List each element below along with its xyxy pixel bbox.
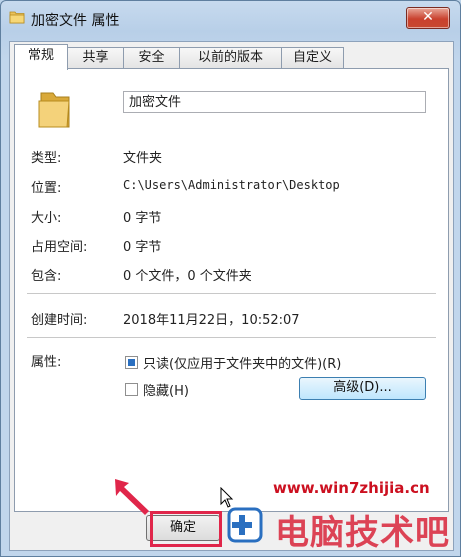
- created-value: 2018年11月22日，10:52:07: [123, 313, 300, 328]
- folder-icon: [38, 92, 70, 128]
- watermark-url: www.win7zhijia.cn: [273, 479, 430, 497]
- properties-window: 加密文件 属性 ✕ 常规 共享 安全 以前的版本 自定义 加密文件 类型: 文件…: [0, 0, 461, 557]
- tab-sharing[interactable]: 共享: [67, 47, 124, 68]
- hidden-label[interactable]: 隐藏(H): [143, 380, 189, 399]
- contains-label: 包含:: [31, 269, 62, 284]
- location-value: C:\Users\Administrator\Desktop: [123, 178, 340, 192]
- ok-button-highlight: [150, 511, 222, 547]
- folder-name-field[interactable]: 加密文件: [123, 91, 426, 113]
- dialog-client: 常规 共享 安全 以前的版本 自定义 加密文件 类型: 文件夹 位置: C:\U…: [9, 41, 454, 551]
- advanced-button[interactable]: 高级(D)...: [299, 377, 426, 400]
- windows-logo-icon: [227, 507, 263, 543]
- watermark-logo-text: 电脑技术吧: [275, 513, 450, 553]
- separator: [27, 337, 436, 338]
- readonly-checkbox[interactable]: [125, 356, 138, 369]
- general-panel: 加密文件 类型: 文件夹 位置: C:\Users\Administrator\…: [14, 68, 449, 512]
- size-on-disk-label: 占用空间:: [31, 240, 88, 255]
- separator: [27, 293, 436, 294]
- hidden-checkbox[interactable]: [125, 383, 138, 396]
- tab-general[interactable]: 常规: [14, 44, 68, 70]
- size-on-disk-value: 0 字节: [123, 240, 162, 255]
- created-label: 创建时间:: [31, 313, 88, 328]
- contains-value: 0 个文件，0 个文件夹: [123, 269, 252, 284]
- readonly-label[interactable]: 只读(仅应用于文件夹中的文件)(R): [143, 353, 341, 372]
- type-value: 文件夹: [123, 151, 163, 166]
- watermark-logo: 电脑技术吧: [223, 501, 453, 553]
- tab-customize[interactable]: 自定义: [281, 47, 344, 68]
- close-button[interactable]: ✕: [406, 7, 450, 29]
- location-label: 位置:: [31, 181, 62, 196]
- red-arrow-icon: [115, 479, 149, 515]
- window-title: 加密文件 属性: [31, 13, 120, 29]
- size-value: 0 字节: [123, 211, 162, 226]
- type-label: 类型:: [31, 151, 62, 166]
- title-bar[interactable]: 加密文件 属性 ✕: [1, 1, 460, 37]
- attributes-label: 属性:: [31, 355, 62, 370]
- folder-icon: [9, 11, 25, 24]
- tab-security[interactable]: 安全: [123, 47, 180, 68]
- tab-previous-versions[interactable]: 以前的版本: [179, 47, 282, 68]
- close-icon: ✕: [422, 9, 434, 25]
- size-label: 大小:: [31, 211, 62, 226]
